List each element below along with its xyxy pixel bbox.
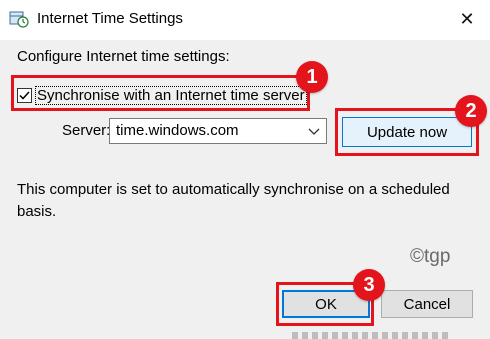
highlight-checkbox bbox=[11, 75, 310, 111]
step-badge-1: 1 bbox=[296, 61, 328, 93]
clock-globe-icon bbox=[9, 11, 29, 28]
close-button[interactable]: ✕ bbox=[444, 0, 490, 38]
chevron-down-icon bbox=[308, 128, 320, 135]
bottom-edge-strip bbox=[292, 332, 452, 339]
server-label: Server: bbox=[62, 122, 111, 139]
cancel-button[interactable]: Cancel bbox=[381, 290, 473, 318]
close-icon: ✕ bbox=[459, 8, 475, 29]
intro-text: Configure Internet time settings: bbox=[17, 48, 230, 65]
step-badge-3: 3 bbox=[353, 269, 385, 301]
watermark: ©tgp bbox=[410, 246, 451, 267]
server-dropdown[interactable]: time.windows.com bbox=[109, 118, 327, 144]
cancel-label: Cancel bbox=[403, 295, 451, 313]
step-badge-2: 2 bbox=[455, 95, 487, 127]
server-value: time.windows.com bbox=[116, 122, 239, 139]
title-bar: Internet Time Settings ✕ bbox=[0, 0, 490, 40]
window-title: Internet Time Settings bbox=[37, 10, 183, 27]
sync-info-text: This computer is set to automatically sy… bbox=[17, 181, 450, 220]
